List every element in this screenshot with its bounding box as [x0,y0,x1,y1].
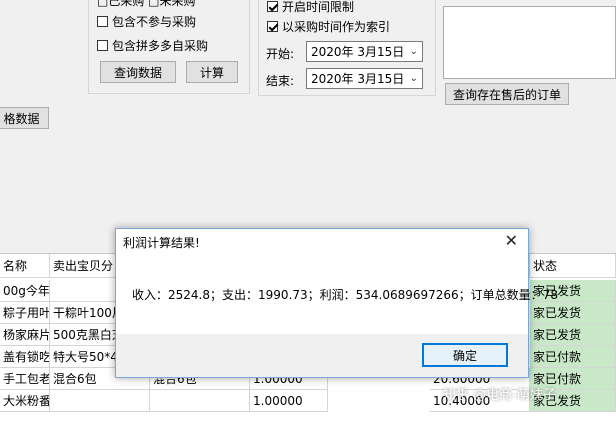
start-label: 开始: [266,47,295,61]
query-after-sale-button[interactable]: 查询存在售后的订单 [445,83,569,105]
status-cell[interactable]: 家已发货 [530,302,616,324]
table-cell[interactable]: 杨家麻片 [0,324,50,346]
include-pinduoduo-checkbox[interactable]: 包含拼多多自采购 [97,36,208,54]
checkbox-label: 包含不参与采购 [112,14,197,29]
table-data-button[interactable]: 格数据 [0,107,49,129]
checkbox-box[interactable] [267,0,278,12]
checkbox-label: 以采购时间作为索引 [282,19,391,34]
dialog-title: 利润计算结果! [123,236,200,250]
table-cell[interactable] [50,390,150,412]
chevron-down-icon[interactable]: ⌄ [410,73,418,84]
column-header[interactable]: 名称 [0,254,50,278]
exclude-purchase-checkbox[interactable]: 包含不参与采购 [97,12,196,30]
end-date-picker[interactable]: 2020年 3月15日 ⌄ [306,68,423,89]
profit-result-dialog: 利润计算结果! ✕ 收入：2524.8；支出：1990.73；利润：534.06… [115,228,558,378]
calculate-button[interactable]: 计算 [186,61,238,83]
status-cell[interactable]: 家已付款 [530,346,616,368]
checkbox-box[interactable] [267,20,278,32]
dialog-message: 收入：2524.8；支出：1990.73；利润：534.0689697266；订… [132,288,558,302]
status-cell[interactable]: 家已发货 [530,324,616,346]
end-label: 结束: [266,74,295,88]
table-cell[interactable]: 大米粉番 [0,390,50,412]
end-date-value: 2020年 3月15日 [311,72,405,86]
table-cell[interactable]: 粽子用叶 [0,302,50,324]
checkbox-label: 开启时间限制 [282,0,355,14]
chevron-down-icon[interactable]: ⌄ [410,46,418,57]
table-cell[interactable]: 盖有锁吃 [0,346,50,368]
table-cell[interactable]: 00g今年新 [0,280,50,302]
table-cell[interactable] [150,390,250,412]
cut-off-checkbox-row: □已采购 □未采购 [97,0,196,8]
table-cell[interactable]: 手工包老 [0,368,50,390]
start-date-picker[interactable]: 2020年 3月15日 ⌄ [306,41,423,62]
table-cell[interactable]: 1.00000 [250,390,328,412]
query-data-button[interactable]: 查询数据 [100,61,176,83]
dialog-footer: 确定 [116,334,528,377]
watermark: 知乎 @电商-萌妹子 [443,388,556,403]
enable-time-limit-checkbox[interactable]: 开启时间限制 [267,0,354,15]
checkbox-box[interactable] [97,39,108,51]
checkbox-label: 包含拼多多自采购 [112,38,209,53]
close-icon[interactable]: ✕ [505,231,518,250]
use-purchase-time-checkbox[interactable]: 以采购时间作为索引 [267,17,390,35]
checkbox-box[interactable] [97,15,108,27]
ok-button[interactable]: 确定 [422,343,508,367]
column-header[interactable]: 状态 [530,254,616,278]
start-date-value: 2020年 3月15日 [311,45,405,59]
notes-textarea[interactable] [443,6,616,79]
